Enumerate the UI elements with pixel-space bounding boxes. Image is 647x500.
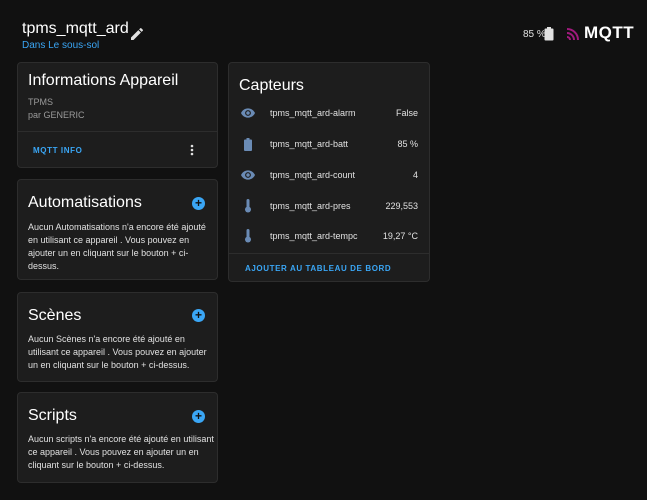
mqtt-logo-text: MQTT bbox=[584, 23, 635, 42]
eye-icon bbox=[241, 168, 255, 182]
thermometer-icon bbox=[241, 199, 255, 213]
sensor-row-pres[interactable]: tpms_mqtt_ard-pres 229,553 bbox=[229, 196, 429, 216]
sensor-value: 19,27 °C bbox=[382, 231, 418, 241]
scripts-title: Scripts bbox=[28, 407, 77, 424]
add-script-button[interactable]: + bbox=[192, 410, 205, 423]
sensor-value: 4 bbox=[412, 170, 418, 180]
battery-percentage: 85 % bbox=[523, 29, 546, 40]
sensor-value: 85 % bbox=[397, 139, 418, 149]
add-scene-button[interactable]: + bbox=[192, 309, 205, 322]
scripts-empty-text: Aucun scripts n'a encore été ajouté en u… bbox=[28, 434, 214, 470]
scripts-card: Scripts + Aucun scripts n'a encore été a… bbox=[17, 392, 218, 483]
sensor-name: tpms_mqtt_ard-batt bbox=[270, 139, 349, 149]
battery-icon bbox=[544, 27, 554, 41]
scenes-title: Scènes bbox=[28, 307, 82, 324]
add-automation-button[interactable]: + bbox=[192, 197, 205, 210]
sensor-value: False bbox=[395, 108, 418, 118]
device-manufacturer: par GENERIC bbox=[28, 110, 85, 120]
automations-title: Automatisations bbox=[28, 194, 142, 211]
card-divider bbox=[18, 131, 217, 132]
device-area-link[interactable]: Dans Le sous-sol bbox=[22, 40, 99, 51]
more-options-icon[interactable] bbox=[189, 143, 195, 157]
card-divider bbox=[229, 253, 429, 254]
mqtt-logo: MQTT bbox=[566, 22, 634, 44]
device-info-card: Informations Appareil TPMS par GENERIC M… bbox=[17, 62, 218, 168]
sensor-row-batt[interactable]: tpms_mqtt_ard-batt 85 % bbox=[229, 134, 429, 154]
sensors-card: Capteurs tpms_mqtt_ard-alarm False tpms_… bbox=[228, 62, 430, 282]
sensors-title: Capteurs bbox=[239, 77, 304, 94]
sensor-name: tpms_mqtt_ard-tempc bbox=[270, 231, 358, 241]
mqtt-logo-icon bbox=[566, 28, 579, 41]
sensor-row-tempc[interactable]: tpms_mqtt_ard-tempc 19,27 °C bbox=[229, 226, 429, 246]
scenes-card: Scènes + Aucun Scènes n'a encore été ajo… bbox=[17, 292, 218, 382]
scenes-empty-text: Aucun Scènes n'a encore été ajouté en ut… bbox=[28, 334, 207, 370]
sensor-row-alarm[interactable]: tpms_mqtt_ard-alarm False bbox=[229, 103, 429, 123]
edit-icon[interactable] bbox=[129, 26, 145, 42]
automations-empty-text: Aucun Automatisations n'a encore été ajo… bbox=[28, 222, 206, 271]
sensor-name: tpms_mqtt_ard-alarm bbox=[270, 108, 356, 118]
sensor-row-count[interactable]: tpms_mqtt_ard-count 4 bbox=[229, 165, 429, 185]
thermometer-icon bbox=[241, 229, 255, 243]
device-title: tpms_mqtt_ard bbox=[22, 20, 129, 37]
automations-card: Automatisations + Aucun Automatisations … bbox=[17, 179, 218, 280]
device-model: TPMS bbox=[28, 97, 54, 107]
sensor-name: tpms_mqtt_ard-count bbox=[270, 170, 356, 180]
eye-icon bbox=[241, 106, 255, 120]
mqtt-info-button[interactable]: MQTT INFO bbox=[33, 146, 82, 155]
battery-icon bbox=[241, 137, 255, 151]
device-info-title: Informations Appareil bbox=[28, 72, 179, 89]
sensor-value: 229,553 bbox=[385, 201, 418, 211]
sensor-name: tpms_mqtt_ard-pres bbox=[270, 201, 351, 211]
add-to-dashboard-button[interactable]: AJOUTER AU TABLEAU DE BORD bbox=[245, 264, 391, 273]
